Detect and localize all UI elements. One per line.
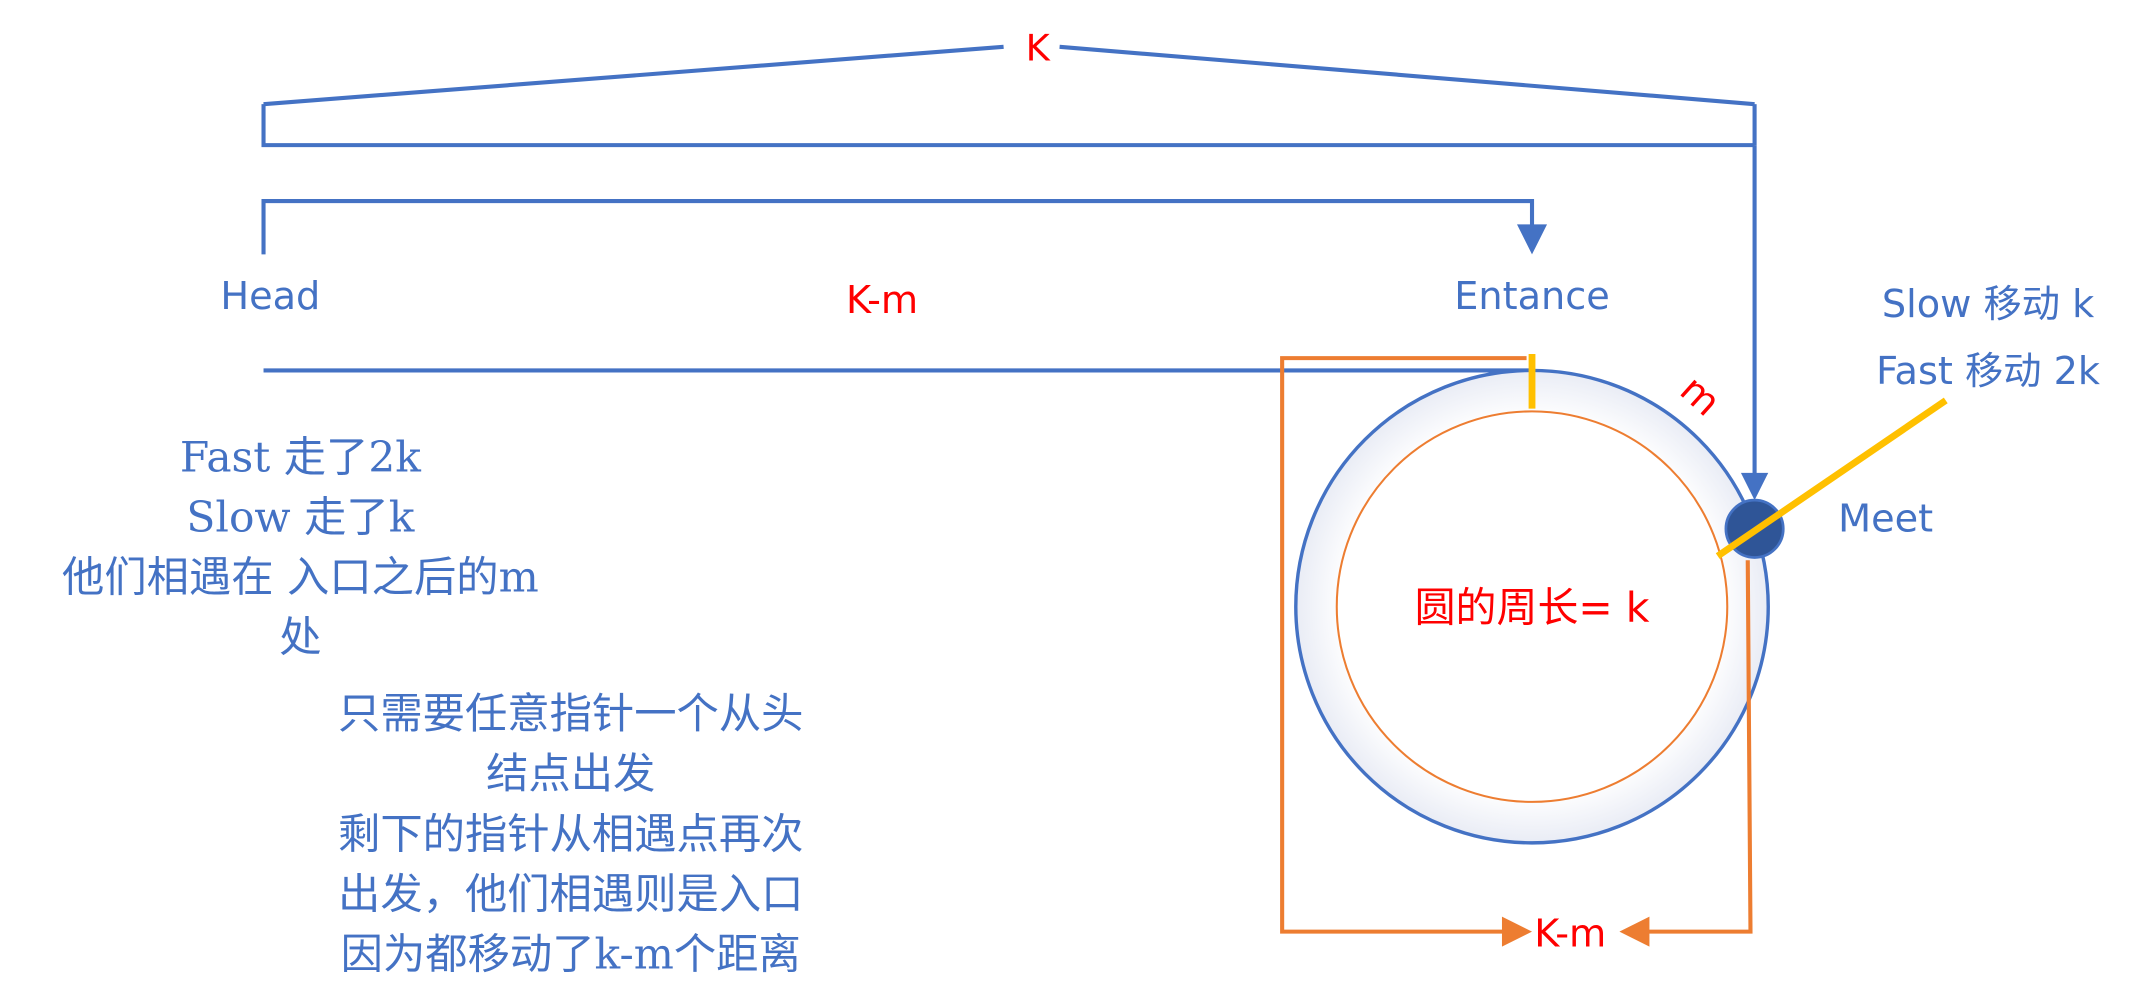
bottom-note-line: 剩下的指针从相遇点再次 bbox=[338, 809, 803, 858]
meet-label: Meet bbox=[1838, 498, 1933, 542]
circumference-label: 圆的周长= k bbox=[1415, 584, 1650, 632]
head-label: Head bbox=[220, 275, 320, 319]
k-minus-m-bottom-label: K-m bbox=[1534, 913, 1606, 957]
left-note-line: 处 bbox=[279, 613, 321, 662]
bottom-note-line: 结点出发 bbox=[486, 749, 655, 798]
entrance-arrowhead bbox=[1516, 224, 1548, 255]
bottom-note-line: 因为都移动了k-m个距离 bbox=[341, 929, 801, 978]
left-note-line: Fast 走了2k bbox=[180, 432, 421, 481]
k-minus-m-top-label: K-m bbox=[846, 279, 918, 323]
bottom-notes: 只需要任意指针一个从头 结点出发 剩下的指针从相遇点再次 出发，他们相遇则是入口… bbox=[338, 689, 803, 978]
m-label: m bbox=[1671, 368, 1728, 426]
k-bracket bbox=[261, 44, 1757, 148]
meet-arrowhead bbox=[1740, 472, 1769, 501]
bottom-left-arrowhead bbox=[1501, 916, 1533, 947]
head-to-entrance-bracket bbox=[261, 199, 1535, 255]
bottom-note-line: 出发，他们相遇则是入口 bbox=[338, 869, 803, 918]
entrance-label: Entance bbox=[1454, 275, 1610, 319]
slow-moves-label: Slow 移动 k bbox=[1882, 283, 2095, 327]
bottom-right-arrowhead bbox=[1619, 916, 1650, 947]
left-notes: Fast 走了2k Slow 走了k 他们相遇在 入口之后的m 处 bbox=[62, 432, 539, 661]
top-k-label: K bbox=[1026, 26, 1051, 69]
fast-moves-label: Fast 移动 2k bbox=[1876, 350, 2101, 394]
linked-list-cycle-diagram: K Head K-m Entance m Meet Slow 移动 k Fast… bbox=[62, 26, 2101, 978]
left-note-line: 他们相遇在 入口之后的m bbox=[62, 553, 539, 602]
bottom-note-line: 只需要任意指针一个从头 bbox=[338, 689, 803, 738]
left-note-line: Slow 走了k bbox=[186, 493, 414, 542]
